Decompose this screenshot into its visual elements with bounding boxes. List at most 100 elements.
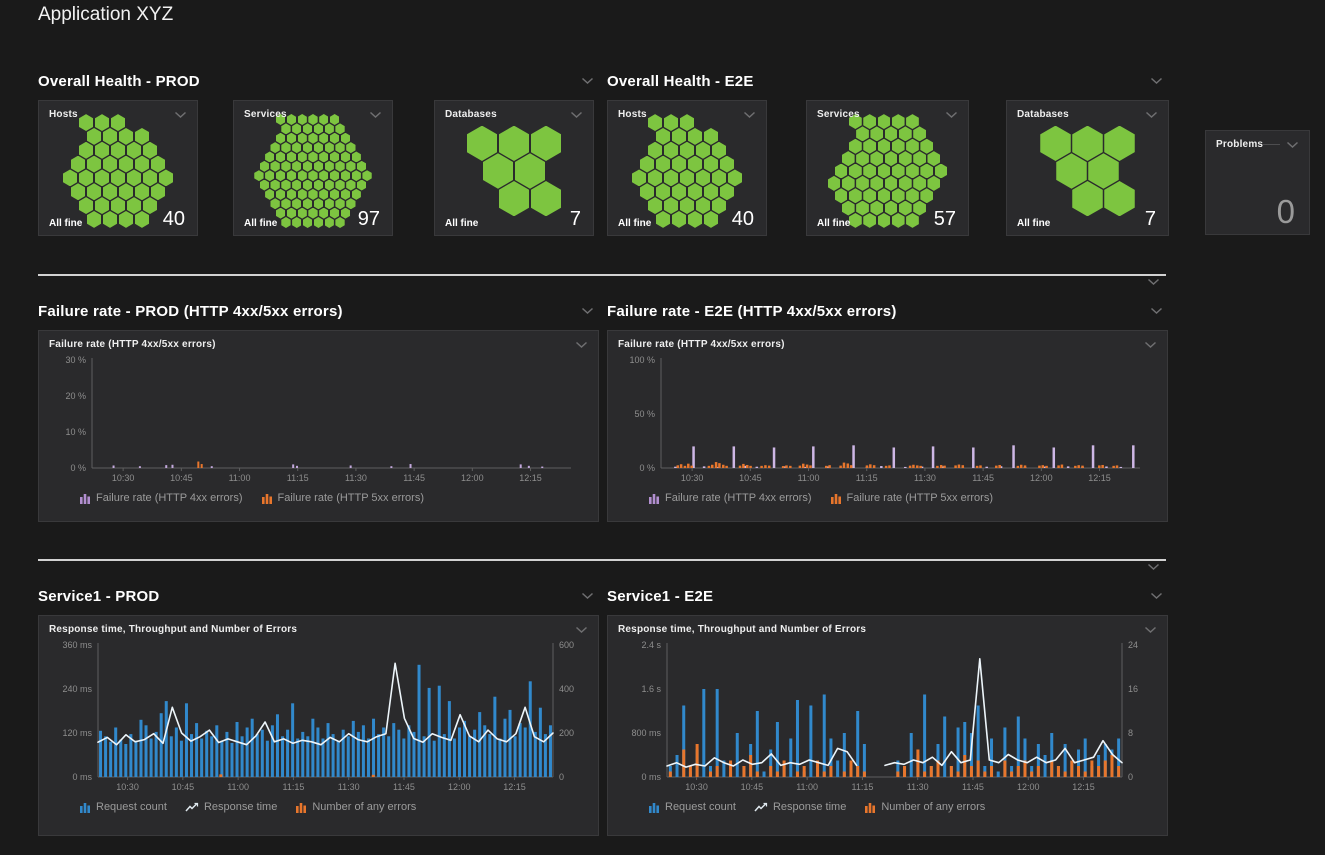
legend-item[interactable]: Failure rate (HTTP 5xx errors) (830, 492, 994, 504)
hexagon-healthy (878, 188, 891, 203)
hexagon-healthy (330, 170, 339, 181)
hexagon-healthy (281, 142, 290, 153)
problems-trend-line (1263, 144, 1280, 145)
chevron-down-icon[interactable] (743, 111, 756, 119)
legend-item[interactable]: Failure rate (HTTP 4xx errors) (648, 492, 812, 504)
svg-text:0 ms: 0 ms (641, 772, 661, 782)
hexagon-healthy (287, 189, 296, 200)
health-tile-e2e-hosts[interactable]: Hosts All fine40 (607, 100, 767, 236)
svg-text:11:45: 11:45 (972, 473, 994, 483)
chevron-down-icon[interactable] (1145, 111, 1158, 119)
chevron-down-icon[interactable] (945, 111, 958, 119)
hexagon-healthy (878, 164, 891, 179)
hexagon-healthy (281, 198, 290, 209)
chevron-down-icon[interactable] (1150, 592, 1163, 600)
hexagon-healthy (664, 169, 678, 186)
entity-count: 7 (1145, 209, 1156, 229)
hexagon-healthy (885, 126, 898, 141)
svg-text:11:45: 11:45 (403, 473, 425, 483)
problems-tile[interactable]: Problems 0 (1205, 130, 1310, 235)
health-tile-e2e-databases[interactable]: Databases All fine7 (1006, 100, 1169, 236)
svg-text:10:45: 10:45 (172, 782, 195, 792)
legend-item[interactable]: Response time (754, 801, 846, 813)
hexagon-healthy (712, 169, 726, 186)
hexagon-healthy (103, 183, 117, 200)
svg-text:11:15: 11:15 (851, 782, 873, 792)
hexagon-healthy (127, 169, 141, 186)
entity-count: 57 (934, 209, 956, 229)
hexagon-healthy (1072, 126, 1103, 161)
hexagon-healthy (640, 183, 654, 200)
chevron-down-icon[interactable] (369, 111, 382, 119)
svg-text:120 ms: 120 ms (62, 728, 92, 738)
hexagon-healthy (270, 161, 279, 172)
hexagon-healthy (352, 189, 361, 200)
chevron-down-icon[interactable] (570, 111, 583, 119)
hexagon-healthy (270, 198, 279, 209)
svg-text:11:15: 11:15 (856, 473, 878, 483)
chevron-down-icon[interactable] (1150, 77, 1163, 85)
hexagon-healthy (856, 151, 869, 166)
chevron-down-icon[interactable] (1144, 341, 1157, 349)
hexagon-healthy (103, 156, 117, 173)
hexagon-healthy (531, 126, 562, 161)
hexagon-healthy (95, 169, 109, 186)
legend-item[interactable]: Failure rate (HTTP 4xx errors) (79, 492, 243, 504)
legend-item[interactable]: Number of any errors (295, 801, 416, 813)
chevron-down-icon[interactable] (174, 111, 187, 119)
hexagon-healthy (325, 142, 334, 153)
chevron-down-icon[interactable] (1147, 278, 1160, 286)
hexagon-healthy (863, 188, 876, 203)
hexagon-healthy (835, 188, 848, 203)
chevron-down-icon[interactable] (575, 341, 588, 349)
chevron-down-icon[interactable] (1147, 563, 1160, 571)
failure-rate-chart-prod[interactable]: 30 %20 %10 %0 %10:3010:4511:0011:1511:30… (48, 352, 589, 488)
legend-item[interactable]: Request count (648, 801, 736, 813)
legend-label: Failure rate (HTTP 4xx errors) (665, 492, 812, 504)
hexagon-healthy (720, 183, 734, 200)
legend-item[interactable]: Failure rate (HTTP 5xx errors) (261, 492, 425, 504)
chevron-down-icon[interactable] (575, 626, 588, 634)
svg-text:12:15: 12:15 (519, 473, 542, 483)
bar-series-icon (261, 492, 273, 504)
hexagon-healthy (341, 133, 350, 144)
hexagon-healthy (71, 183, 85, 200)
legend-item[interactable]: Number of any errors (864, 801, 985, 813)
service-metrics-chart-e2e[interactable]: 2.4 s1.6 s800 ms0 ms24168010:3010:4511:0… (617, 637, 1158, 797)
hexagon-healthy (276, 133, 285, 144)
chevron-down-icon[interactable] (581, 307, 594, 315)
section-divider (38, 274, 1166, 276)
service-metrics-chart-prod[interactable]: 360 ms240 ms120 ms0 ms600400200010:3010:… (48, 637, 589, 797)
legend-item[interactable]: Response time (185, 801, 277, 813)
chevron-down-icon[interactable] (1150, 307, 1163, 315)
svg-text:11:30: 11:30 (907, 782, 929, 792)
hexagon-healthy (308, 151, 317, 162)
chart-tile-service-e2e: Response time, Throughput and Number of … (607, 615, 1168, 836)
hexagon-healthy (151, 183, 165, 200)
chevron-down-icon[interactable] (1144, 626, 1157, 634)
hexagon-healthy (849, 188, 862, 203)
hexagon-healthy (325, 198, 334, 209)
health-tile-prod-databases[interactable]: Databases All fine7 (434, 100, 594, 236)
hexagon-healthy (696, 169, 710, 186)
hexagon-healthy (63, 169, 77, 186)
hexagon-healthy (265, 151, 274, 162)
hexagon-healthy (899, 126, 912, 141)
legend-label: Response time (204, 801, 277, 813)
hexagon-healthy (720, 156, 734, 173)
health-tile-e2e-services[interactable]: Services All fine57 (806, 100, 969, 236)
section-header-overall-prod: Overall Health - PROD (38, 71, 594, 91)
health-tile-prod-hosts[interactable]: Hosts All fine40 (38, 100, 198, 236)
tile-title: Databases (445, 109, 497, 120)
health-tile-prod-services[interactable]: Services All fine97 (233, 100, 393, 236)
failure-rate-chart-e2e[interactable]: 100 %50 %0 %10:3010:4511:0011:1511:3011:… (617, 352, 1158, 488)
chevron-down-icon[interactable] (581, 592, 594, 600)
chevron-down-icon[interactable] (581, 77, 594, 85)
svg-text:10:45: 10:45 (170, 473, 193, 483)
svg-text:11:00: 11:00 (227, 782, 249, 792)
hexagon-healthy (906, 188, 919, 203)
legend-item[interactable]: Request count (79, 801, 167, 813)
hexagon-healthy (287, 133, 296, 144)
hexagon-healthy (870, 126, 883, 141)
chevron-down-icon[interactable] (1286, 141, 1299, 149)
